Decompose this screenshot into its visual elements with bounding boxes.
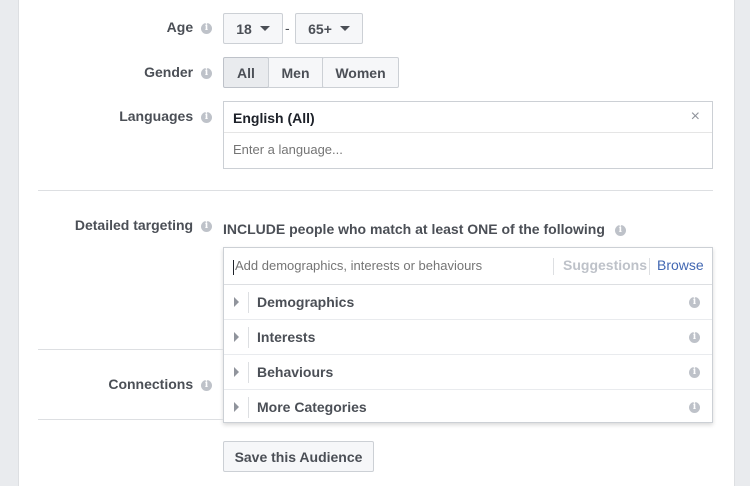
separator xyxy=(649,258,650,275)
age-row-label: Age i xyxy=(100,19,212,35)
category-item-demographics[interactable]: Demographics i xyxy=(224,285,712,320)
info-icon[interactable]: i xyxy=(614,224,626,236)
connections-row-label: Connections i xyxy=(80,376,212,392)
language-token: English (All) × xyxy=(224,102,712,133)
section-divider xyxy=(38,419,223,420)
age-separator: - xyxy=(285,20,290,36)
browse-link[interactable]: Browse xyxy=(657,257,704,273)
targeting-input[interactable] xyxy=(235,258,545,273)
category-item-behaviours[interactable]: Behaviours i xyxy=(224,355,712,390)
category-label: Interests xyxy=(257,329,316,345)
include-text-row: INCLUDE people who match at least ONE of… xyxy=(223,221,626,237)
age-max-select[interactable]: 65+ xyxy=(295,13,363,44)
divider xyxy=(248,362,249,383)
caret-right-icon xyxy=(234,402,239,412)
info-icon[interactable]: i xyxy=(201,67,212,79)
gender-all-label: All xyxy=(237,64,255,81)
category-label: Demographics xyxy=(257,294,355,310)
gender-men-button[interactable]: Men xyxy=(268,57,323,88)
info-icon[interactable]: i xyxy=(689,332,700,343)
language-token-label: English (All) xyxy=(233,110,315,126)
detailed-targeting-label: Detailed targeting xyxy=(74,217,194,233)
category-item-more-categories[interactable]: More Categories i xyxy=(224,390,712,425)
caret-right-icon xyxy=(234,367,239,377)
info-icon[interactable]: i xyxy=(689,297,700,308)
info-icon[interactable]: i xyxy=(201,220,212,232)
info-icon[interactable]: i xyxy=(201,111,212,123)
age-min-select[interactable]: 18 xyxy=(223,13,283,44)
gender-row-label: Gender i xyxy=(100,64,212,80)
languages-field: English (All) × xyxy=(223,101,713,169)
close-icon[interactable]: × xyxy=(691,108,700,126)
section-divider xyxy=(38,190,713,191)
age-max-value: 65+ xyxy=(308,20,332,37)
divider xyxy=(248,292,249,313)
gender-women-button[interactable]: Women xyxy=(322,57,399,88)
languages-row-label: Languages i xyxy=(80,108,212,124)
text-cursor xyxy=(233,260,234,275)
gender-men-label: Men xyxy=(281,64,310,81)
language-input[interactable] xyxy=(233,142,693,157)
age-min-value: 18 xyxy=(236,20,252,37)
chevron-down-icon xyxy=(259,26,270,31)
divider xyxy=(248,397,249,418)
category-item-interests[interactable]: Interests i xyxy=(224,320,712,355)
include-text: INCLUDE people who match at least ONE of… xyxy=(223,221,605,237)
caret-right-icon xyxy=(234,332,239,342)
suggestions-link[interactable]: Suggestions xyxy=(563,257,647,273)
gender-label: Gender xyxy=(144,64,194,80)
info-icon[interactable]: i xyxy=(689,367,700,378)
chevron-down-icon xyxy=(339,26,350,31)
targeting-search: Suggestions Browse xyxy=(224,248,712,285)
divider xyxy=(248,327,249,348)
age-label: Age xyxy=(166,19,194,35)
info-icon[interactable]: i xyxy=(201,22,212,34)
languages-label: Languages xyxy=(119,108,194,124)
connections-label: Connections xyxy=(108,376,194,392)
info-icon[interactable]: i xyxy=(689,402,700,413)
info-icon[interactable]: i xyxy=(201,379,212,391)
gender-all-button[interactable]: All xyxy=(223,57,269,88)
section-divider xyxy=(38,349,223,350)
gender-women-label: Women xyxy=(335,64,386,81)
targeting-dropdown: Suggestions Browse Demographics i Intere… xyxy=(223,247,713,423)
separator xyxy=(553,258,554,275)
caret-right-icon xyxy=(234,297,239,307)
save-audience-label: Save this Audience xyxy=(234,448,363,465)
detailed-targeting-row-label: Detailed targeting i xyxy=(40,217,212,233)
save-audience-button[interactable]: Save this Audience xyxy=(223,441,374,472)
category-label: Behaviours xyxy=(257,364,334,380)
category-label: More Categories xyxy=(257,399,367,415)
